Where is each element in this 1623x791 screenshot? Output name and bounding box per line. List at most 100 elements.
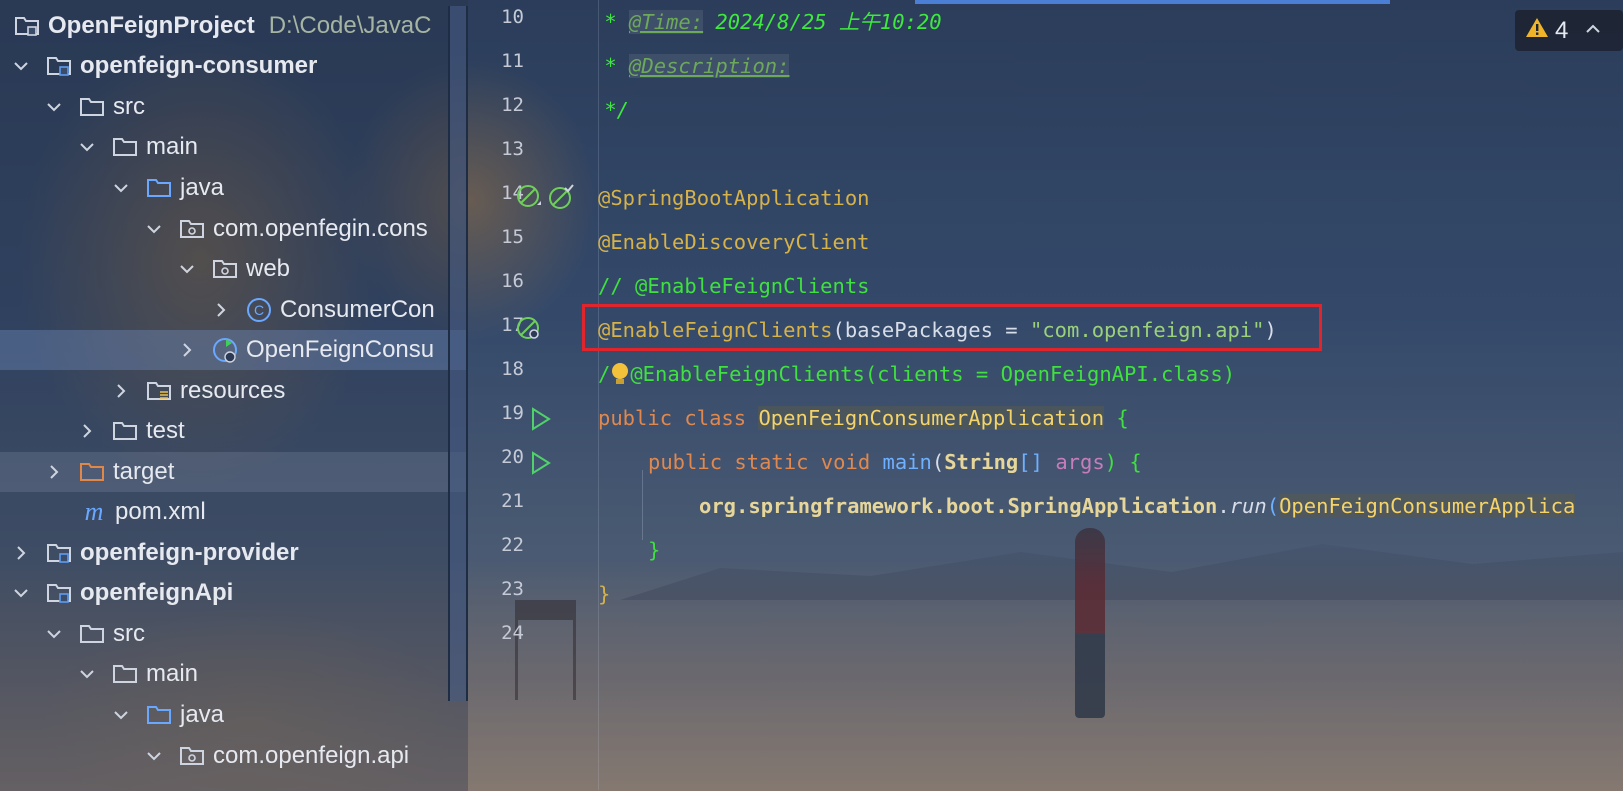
tree-item-label: ConsumerCon (280, 296, 435, 323)
indent-guide (642, 470, 643, 540)
class-icon: C (244, 296, 274, 324)
code-line-14: @SpringBootApplication (598, 176, 870, 220)
chevron-down-icon[interactable] (178, 260, 196, 278)
tree-row-test[interactable]: test (0, 411, 468, 451)
paren: ) { (1104, 450, 1142, 474)
project-tree-scrollbar[interactable] (448, 6, 468, 701)
tree-row-java[interactable]: java (0, 168, 468, 208)
tree-item-label: java (180, 174, 225, 201)
array-brackets: [] (1018, 450, 1056, 474)
tree-row-java[interactable]: java (0, 695, 468, 735)
tree-row-src[interactable]: src (0, 614, 468, 654)
class-name: OpenFeignConsumerApplication (758, 406, 1105, 430)
folder-icon (77, 93, 107, 121)
tree-item-label: src (113, 93, 145, 120)
spring-search-icon[interactable] (515, 315, 543, 343)
code-line-23: } (598, 572, 610, 616)
tree-row-openfeign-consumer[interactable]: openfeign-consumer (0, 46, 468, 86)
annotation: @SpringBootApplication (598, 186, 870, 210)
run-icon[interactable] (527, 449, 555, 477)
chevron-down-icon[interactable] (12, 57, 30, 75)
line-number: 11 (501, 50, 524, 72)
lightbulb-icon[interactable] (610, 352, 630, 396)
type-name: String (944, 450, 1019, 474)
tree-row-target[interactable]: target (0, 452, 468, 492)
line-number: 18 (501, 358, 524, 380)
tree-row-pom-xml[interactable]: m pom.xml (0, 492, 468, 532)
tree-row-src[interactable]: src (0, 87, 468, 127)
folder-icon (110, 417, 140, 445)
tree-item-label: openfeignApi (80, 579, 234, 606)
tree-row-openfeign-consumer-application[interactable]: OpenFeignConsu (0, 330, 468, 370)
method-name: main (882, 450, 932, 474)
tree-row-package-api[interactable]: com.openfeign.api (0, 736, 468, 776)
chevron-right-icon[interactable] (178, 341, 196, 359)
chevron-down-icon[interactable] (78, 138, 96, 156)
tree-item-label: com.openfeign.api (213, 742, 410, 769)
paren: ( (931, 450, 945, 474)
tree-item-label: openfeign-consumer (80, 52, 318, 79)
code-line-12: */ (592, 88, 629, 132)
folder-icon (110, 133, 140, 161)
chevron-right-icon[interactable] (12, 544, 30, 562)
javadoc-tag: @Description: (629, 54, 790, 78)
chevron-up-icon[interactable] (1584, 17, 1602, 45)
tree-item-label: web (246, 255, 291, 282)
tree-item-label: com.openfegin.cons (213, 215, 428, 242)
chevron-down-icon[interactable] (45, 98, 63, 116)
tree-row-resources[interactable]: resources (0, 371, 468, 411)
method-call: run (1229, 494, 1267, 518)
line-comment: // @EnableFeignClients (598, 274, 870, 298)
line-number: 22 (501, 534, 524, 556)
dot: . (1217, 494, 1230, 518)
brace: } (598, 582, 611, 606)
tree-item-label: java (180, 701, 225, 728)
code-line-10: * @Time: 2024/8/25 上午10:20 (592, 0, 942, 44)
tree-item-label: main (146, 660, 199, 687)
line-number: 23 (501, 578, 524, 600)
tree-row-main[interactable]: main (0, 654, 468, 694)
spring-bean-icon[interactable] (515, 183, 543, 211)
brace: } (648, 538, 661, 562)
chevron-right-icon[interactable] (112, 382, 130, 400)
run-icon[interactable] (527, 405, 555, 433)
chevron-down-icon[interactable] (45, 625, 63, 643)
tree-row-project-root[interactable]: OpenFeignProject D:\Code\JavaC (0, 6, 468, 46)
chevron-down-icon[interactable] (12, 584, 30, 602)
comment-text: 2024/8/25 上午10:20 (703, 10, 942, 34)
chevron-right-icon[interactable] (212, 301, 230, 319)
tree-item-label: openfeign-provider (80, 539, 299, 566)
code-editor[interactable]: * @Time: 2024/8/25 上午10:20 * @Descriptio… (598, 0, 1623, 791)
line-number: 24 (501, 622, 524, 644)
comment-text: * (592, 54, 630, 78)
tree-row-openfeign-api[interactable]: openfeignApi (0, 573, 468, 613)
highlight-box (582, 304, 1322, 351)
tree-item-label: pom.xml (115, 498, 206, 525)
chevron-down-icon[interactable] (145, 220, 163, 238)
chevron-down-icon[interactable] (78, 665, 96, 683)
chevron-right-icon[interactable] (78, 422, 96, 440)
spring-config-icon[interactable] (547, 183, 575, 211)
excluded-folder-icon (77, 458, 107, 486)
tree-row-consumer-controller[interactable]: C ConsumerCon (0, 290, 468, 330)
keyword: public class (598, 406, 759, 430)
chevron-down-icon[interactable] (112, 179, 130, 197)
code-line-11: * @Description: (592, 44, 790, 88)
chevron-down-icon[interactable] (112, 706, 130, 724)
maven-icon: m (79, 498, 109, 526)
parameter: args (1055, 450, 1105, 474)
tree-row-openfeign-provider[interactable]: openfeign-provider (0, 533, 468, 573)
source-folder-icon (144, 174, 174, 202)
warning-count: 4 (1555, 16, 1569, 44)
tree-item-label: main (146, 133, 199, 160)
svg-text:C: C (254, 302, 264, 318)
inspection-widget[interactable]: 4 (1515, 10, 1623, 51)
line-number: 12 (501, 94, 524, 116)
chevron-down-icon[interactable] (145, 747, 163, 765)
tree-row-main[interactable]: main (0, 127, 468, 167)
tree-row-package-consumer[interactable]: com.openfegin.cons (0, 209, 468, 249)
code-line-16: // @EnableFeignClients (598, 264, 870, 308)
chevron-right-icon[interactable] (45, 463, 63, 481)
module-folder-icon (44, 52, 74, 80)
tree-row-web[interactable]: web (0, 249, 468, 289)
